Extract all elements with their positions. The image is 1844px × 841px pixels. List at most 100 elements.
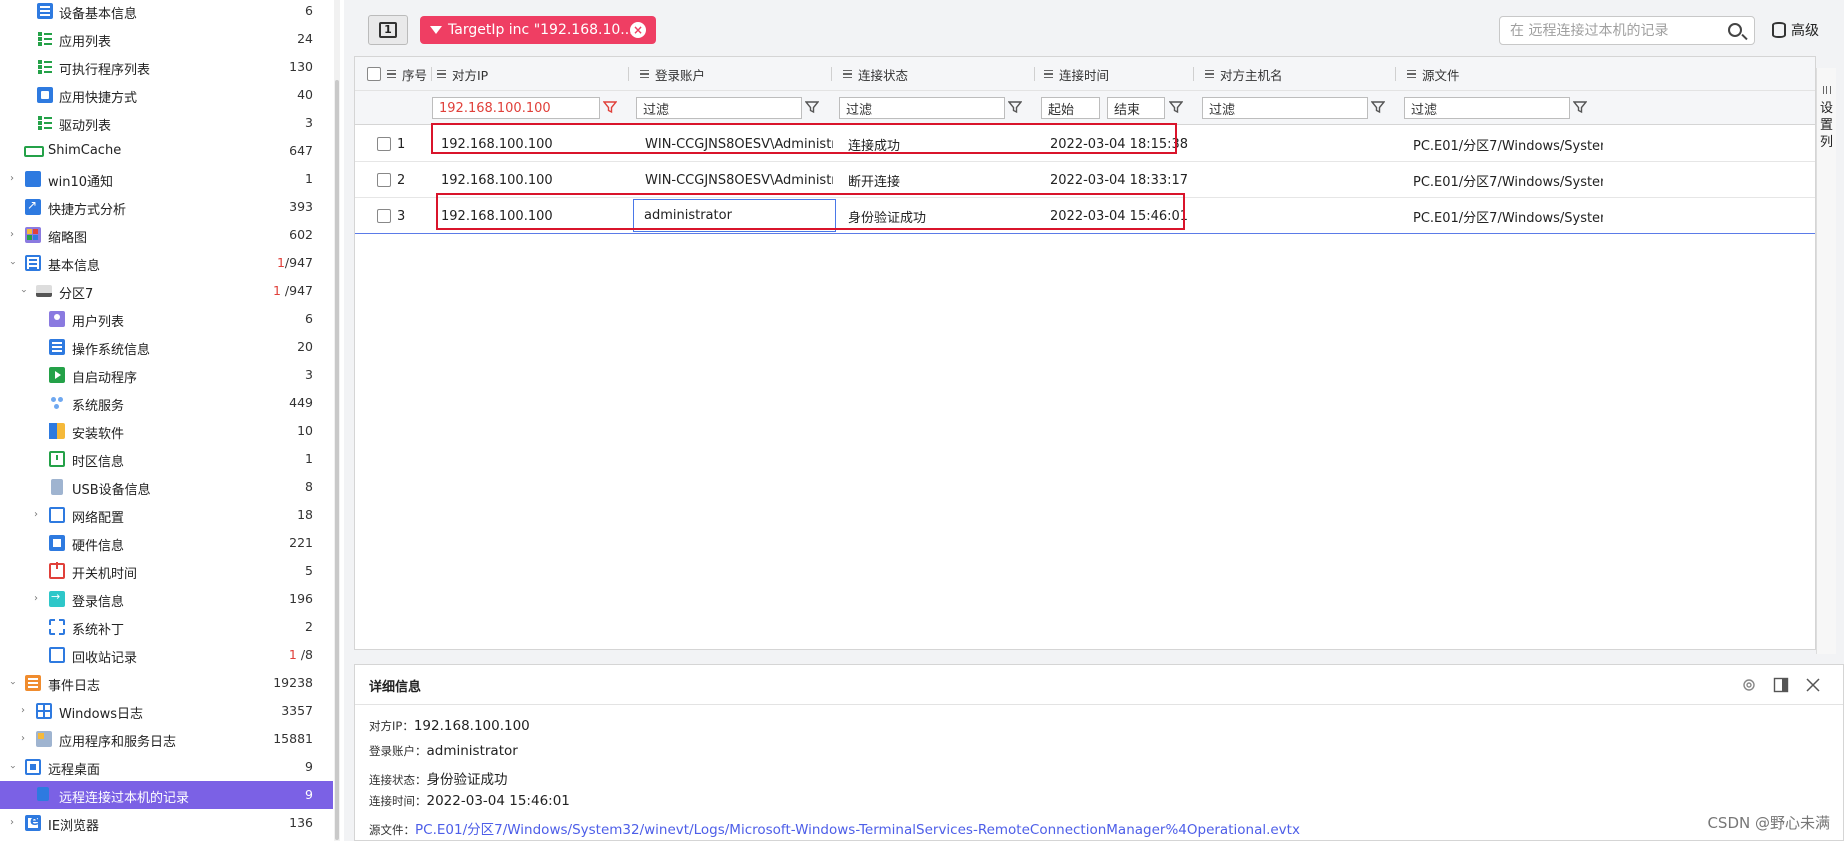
sidebar-item-network[interactable]: › 网络配置 18 xyxy=(0,501,333,529)
filter-source-input[interactable]: 过滤 xyxy=(1404,97,1570,119)
sidebar-item-system-patch[interactable]: 系统补丁 2 xyxy=(0,613,333,641)
cell-time[interactable]: 2022-03-04 18:33:17 xyxy=(1050,162,1188,198)
cell-status[interactable]: 连接成功 xyxy=(848,126,900,162)
filter-source-icon[interactable] xyxy=(1573,100,1587,114)
sidebar-item-autostart[interactable]: 自启动程序 3 xyxy=(0,361,333,389)
chevron-right-icon[interactable]: › xyxy=(6,817,18,829)
column-drag-icon[interactable] xyxy=(1044,70,1053,78)
header-col-source[interactable]: 源文件 xyxy=(1407,57,1460,91)
search-icon[interactable] xyxy=(1728,23,1742,37)
sidebar-item-user-list[interactable]: 用户列表 6 xyxy=(0,305,333,333)
gear-icon[interactable] xyxy=(1741,677,1757,693)
table-row[interactable]: 2 192.168.100.100 WIN-CCGJNS8OESV\Admini… xyxy=(355,162,1815,198)
sidebar-item-hardware[interactable]: 硬件信息 221 xyxy=(0,529,333,557)
sidebar-item-executable-list[interactable]: 可执行程序列表 130 xyxy=(0,53,333,81)
filter-account-icon[interactable] xyxy=(805,100,819,114)
row-checkbox[interactable] xyxy=(377,173,391,187)
column-drag-icon[interactable] xyxy=(1407,70,1416,78)
close-icon[interactable]: × xyxy=(630,22,646,38)
chevron-down-icon[interactable]: › xyxy=(6,677,18,689)
table-row[interactable]: 3 192.168.100.100 administrator 身份验证成功 2… xyxy=(355,198,1815,234)
header-col-account[interactable]: 登录账户 xyxy=(640,57,705,91)
chevron-down-icon[interactable]: › xyxy=(6,257,18,269)
search-box[interactable] xyxy=(1499,16,1755,45)
sidebar-item-windows-log[interactable]: › Windows日志 3357 xyxy=(0,697,333,725)
row-checkbox[interactable] xyxy=(377,137,391,151)
sidebar-item-login-info[interactable]: › 登录信息 196 xyxy=(0,585,333,613)
column-settings-tab[interactable]: 设置列 xyxy=(1816,68,1836,654)
row-checkbox-cell[interactable] xyxy=(377,198,391,234)
chevron-right-icon[interactable]: › xyxy=(30,593,42,605)
row-checkbox-cell[interactable] xyxy=(377,126,391,162)
chevron-right-icon[interactable]: › xyxy=(17,705,29,717)
split-panel-icon[interactable] xyxy=(1773,677,1789,693)
header-col-host[interactable]: 对方主机名 xyxy=(1205,57,1283,91)
filter-host-input[interactable]: 过滤 xyxy=(1202,97,1368,119)
filter-time-end-input[interactable]: 结束 xyxy=(1107,97,1165,119)
column-drag-icon[interactable] xyxy=(387,70,396,78)
sidebar-item-app-service-log[interactable]: › 应用程序和服务日志 15881 xyxy=(0,725,333,753)
filter-ip-input[interactable]: 192.168.100.100 xyxy=(432,97,600,119)
sidebar-item-event-log[interactable]: › 事件日志 19238 xyxy=(0,669,333,697)
cell-account[interactable]: WIN-CCGJNS8OESV\Administrator xyxy=(645,126,833,162)
sidebar-item-basic-info[interactable]: › 基本信息 1/947 xyxy=(0,249,333,277)
sidebar-item-os-info[interactable]: 操作系统信息 20 xyxy=(0,333,333,361)
cell-ip[interactable]: 192.168.100.100 xyxy=(441,126,553,162)
sidebar-item-app-list[interactable]: 应用列表 24 xyxy=(0,25,333,53)
filter-time-start-input[interactable]: 起始 xyxy=(1041,97,1100,119)
cell-time[interactable]: 2022-03-04 15:46:01 xyxy=(1050,198,1188,234)
sidebar-item-remote-desktop[interactable]: › 远程桌面 9 xyxy=(0,753,333,781)
sidebar-scrollbar-thumb[interactable] xyxy=(335,80,339,840)
filter-account-input[interactable]: 过滤 xyxy=(636,97,802,119)
sidebar-item-app-shortcut[interactable]: 应用快捷方式 40 xyxy=(0,81,333,109)
filter-status-input[interactable]: 过滤 xyxy=(839,97,1005,119)
sidebar-item-win10-notify[interactable]: › win10通知 1 xyxy=(0,165,333,193)
sidebar-item-installed-software[interactable]: 安装软件 10 xyxy=(0,417,333,445)
header-col-no[interactable]: 序号 xyxy=(387,57,427,91)
filter-host-icon[interactable] xyxy=(1371,100,1385,114)
sidebar-item-device-info[interactable]: 设备基本信息 6 xyxy=(0,0,333,25)
page-number-button[interactable]: 1 xyxy=(368,15,408,45)
chevron-right-icon[interactable]: › xyxy=(6,229,18,241)
sidebar-item-partition7[interactable]: › 分区7 1 /947 xyxy=(0,277,333,305)
cell-status[interactable]: 断开连接 xyxy=(848,162,900,198)
header-select-all[interactable] xyxy=(367,57,381,91)
sidebar-item-shimcache[interactable]: ShimCache 647 xyxy=(0,137,333,165)
filter-status-icon[interactable] xyxy=(1008,100,1022,114)
cell-source[interactable]: PC.E01/分区7/Windows/System3... xyxy=(1413,162,1603,198)
row-checkbox-cell[interactable] xyxy=(377,162,391,198)
column-drag-icon[interactable] xyxy=(640,70,649,78)
sidebar-item-remote-record[interactable]: 远程连接过本机的记录 9 xyxy=(0,781,333,809)
search-input[interactable] xyxy=(1510,21,1710,41)
advanced-button[interactable]: 高级 xyxy=(1772,18,1819,42)
cell-time[interactable]: 2022-03-04 18:15:38 xyxy=(1050,126,1188,162)
sidebar-item-system-service[interactable]: 系统服务 449 xyxy=(0,389,333,417)
cell-ip[interactable]: 192.168.100.100 xyxy=(441,162,553,198)
chevron-down-icon[interactable]: › xyxy=(17,285,29,297)
sidebar-item-shortcut-analysis[interactable]: 快捷方式分析 393 xyxy=(0,193,333,221)
sidebar-item-power-time[interactable]: 开关机时间 5 xyxy=(0,557,333,585)
filter-time-icon[interactable] xyxy=(1169,100,1183,114)
source-file-link[interactable]: PC.E01/分区7/Windows/System32/winevt/Logs/… xyxy=(415,822,1300,838)
cell-source[interactable]: PC.E01/分区7/Windows/System3... xyxy=(1413,126,1603,162)
cell-source[interactable]: PC.E01/分区7/Windows/System3... xyxy=(1413,198,1603,234)
filter-ip-icon[interactable] xyxy=(603,100,617,114)
column-drag-icon[interactable] xyxy=(1205,70,1214,78)
cell-account-editing[interactable]: administrator xyxy=(633,199,836,232)
sidebar-item-usb[interactable]: USB设备信息 8 xyxy=(0,473,333,501)
sidebar-item-recycle-bin[interactable]: 回收站记录 1 /8 xyxy=(0,641,333,669)
row-checkbox[interactable] xyxy=(377,209,391,223)
close-icon[interactable] xyxy=(1805,677,1821,693)
chevron-down-icon[interactable]: › xyxy=(6,761,18,773)
header-col-ip[interactable]: 对方IP xyxy=(437,57,488,91)
cell-account[interactable]: WIN-CCGJNS8OESV\Administrator xyxy=(645,162,833,198)
column-drag-icon[interactable] xyxy=(843,70,852,78)
chevron-right-icon[interactable]: › xyxy=(17,733,29,745)
sidebar-item-timezone[interactable]: 时区信息 1 xyxy=(0,445,333,473)
header-col-status[interactable]: 连接状态 xyxy=(843,57,908,91)
column-drag-icon[interactable] xyxy=(437,70,446,78)
cell-ip[interactable]: 192.168.100.100 xyxy=(441,198,553,234)
chevron-right-icon[interactable]: › xyxy=(6,173,18,185)
sidebar-item-thumbnail[interactable]: › 缩略图 602 xyxy=(0,221,333,249)
table-row[interactable]: 1 192.168.100.100 WIN-CCGJNS8OESV\Admini… xyxy=(355,126,1815,162)
